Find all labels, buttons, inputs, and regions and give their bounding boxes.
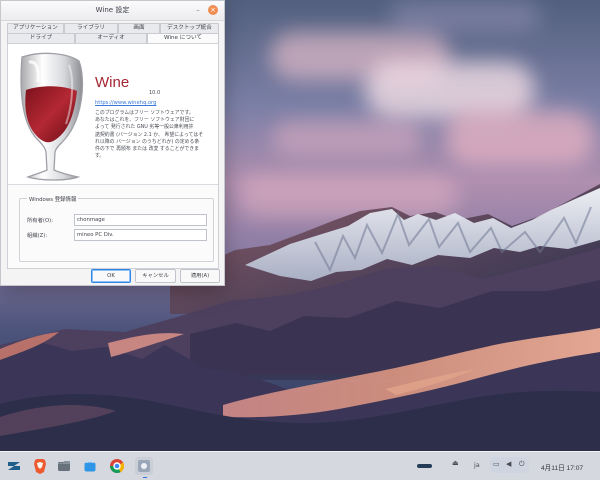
- apply-button[interactable]: 適用(A): [180, 269, 220, 283]
- close-icon[interactable]: ×: [208, 5, 218, 15]
- settings-tabs: アプリケーション ライブラリ 画面 デスクトップ統合 ドライブ オーディオ Wi…: [7, 23, 219, 45]
- windows-registration-group: Windows 登録情報 所有者(O): 組織(Z):: [19, 195, 214, 262]
- input-language-indicator[interactable]: ja: [474, 461, 480, 469]
- owner-row: 所有者(O):: [27, 214, 209, 226]
- screen-icon: ▭: [493, 460, 500, 468]
- power-icon: ⏻: [519, 460, 525, 468]
- owner-field[interactable]: [74, 214, 207, 226]
- tab-drives[interactable]: ドライブ: [7, 33, 75, 43]
- tab-about-wine[interactable]: Wine について: [147, 33, 219, 43]
- window-titlebar[interactable]: Wine 設定 – ×: [1, 1, 224, 21]
- volume-icon: ◀: [506, 460, 512, 468]
- chrome-icon[interactable]: [108, 457, 126, 475]
- minimize-icon[interactable]: –: [193, 5, 203, 15]
- homepage-link[interactable]: https://www.winehq.org: [95, 100, 156, 106]
- zorin-logo-icon[interactable]: [5, 457, 23, 475]
- organization-row: 組織(Z):: [27, 229, 209, 241]
- ok-button[interactable]: OK: [91, 269, 131, 283]
- app-name: Wine: [95, 74, 130, 91]
- workspace-indicator[interactable]: [417, 464, 432, 468]
- organization-label: 組織(Z):: [27, 233, 48, 239]
- files-icon[interactable]: [55, 457, 73, 475]
- wine-settings-taskbar-icon: [138, 460, 150, 472]
- organization-field[interactable]: [74, 229, 207, 241]
- tab-row-upper: アプリケーション ライブラリ 画面 デスクトップ統合: [7, 23, 219, 33]
- software-store-icon[interactable]: [81, 457, 99, 475]
- version-label: 10.0: [149, 90, 161, 96]
- desktop-screen: Wine 設定 – × アプリケーション ライブラリ 画面 デスクトップ統合 ド…: [0, 0, 600, 480]
- wine-glass-logo-icon: [20, 52, 84, 181]
- registration-group-title: Windows 登録情報: [27, 195, 79, 203]
- wine-settings-window: Wine 設定 – × アプリケーション ライブラリ 画面 デスクトップ統合 ド…: [0, 0, 225, 286]
- tab-graphics[interactable]: 画面: [118, 23, 160, 33]
- dialog-button-bar: OK キャンセル 適用(A): [91, 269, 221, 283]
- folder-icon: [58, 461, 70, 471]
- taskbar: ⏏ ja ▭ ◀ ⏻ 4月11日 17:07: [0, 451, 600, 480]
- tab-applications[interactable]: アプリケーション: [7, 23, 64, 33]
- running-app-indicator: [143, 477, 147, 478]
- cancel-button[interactable]: キャンセル: [135, 269, 176, 283]
- tab-desktop-integration[interactable]: デスクトップ統合: [160, 23, 219, 33]
- eject-icon[interactable]: ⏏: [452, 459, 459, 467]
- tab-row-lower: ドライブ オーディオ Wine について: [7, 33, 219, 43]
- license-text: このプログラムはフリー ソフトウェアです。 あなたはこれを、フリー ソフトウェア…: [95, 110, 204, 160]
- clock[interactable]: 4月11日 17:07: [541, 462, 583, 472]
- window-title: Wine 設定: [95, 6, 130, 14]
- shopping-bag-icon: [84, 460, 96, 472]
- zorin-menu-icon: [8, 462, 20, 470]
- chrome-browser-icon: [110, 459, 125, 473]
- brave-lion-icon: [34, 459, 46, 474]
- about-wine-section: Wine 10.0 https://www.winehq.org このプログラム…: [8, 44, 218, 185]
- tab-audio[interactable]: オーディオ: [75, 33, 147, 43]
- owner-label: 所有者(O):: [27, 218, 53, 224]
- brave-browser-icon[interactable]: [31, 457, 49, 475]
- tab-libraries[interactable]: ライブラリ: [64, 23, 118, 33]
- about-panel: Wine 10.0 https://www.winehq.org このプログラム…: [7, 43, 219, 269]
- wine-configuration-icon[interactable]: [135, 457, 153, 475]
